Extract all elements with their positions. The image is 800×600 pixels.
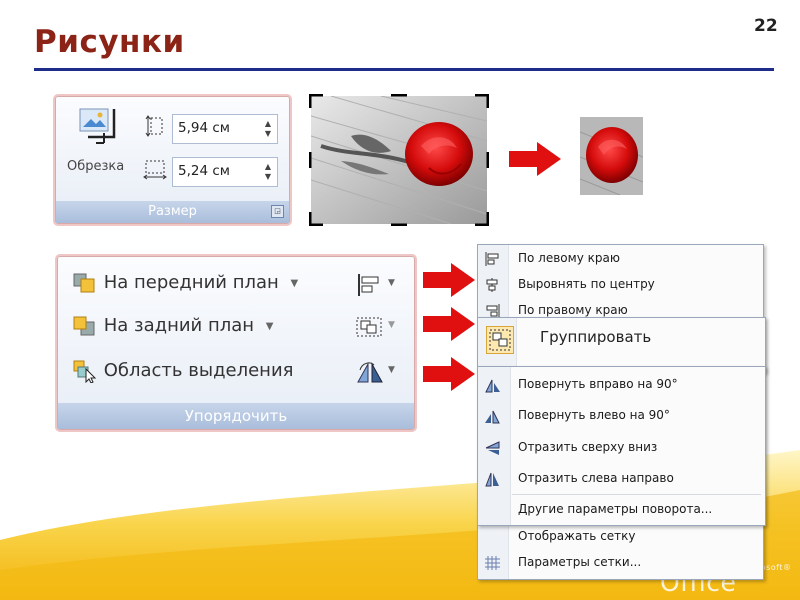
bring-forward-icon	[73, 273, 95, 293]
menu-item-rotate-left[interactable]: Повернуть влево на 90°	[478, 404, 765, 428]
size-panel: Обрезка 5,94 см ▲ ▼ 5,24 см ▲ ▼ Размер ◲	[55, 96, 290, 224]
send-backward-label: На задний план	[103, 315, 255, 336]
menu-item-group[interactable]: Группировать	[540, 328, 651, 346]
dropdown-caret-icon[interactable]: ▼	[388, 320, 395, 330]
size-panel-footer: Размер ◲	[56, 201, 289, 223]
arrange-panel-title: Упорядочить	[184, 407, 288, 425]
menu-item-grid-settings[interactable]: Параметры сетки...	[478, 551, 763, 575]
rose-photo-cropped	[579, 117, 644, 196]
flip-vertical-icon	[485, 441, 500, 455]
title-underline	[34, 68, 774, 71]
dialog-launcher-icon[interactable]: ◲	[271, 205, 284, 218]
arrow-right-icon	[423, 263, 475, 297]
arrow-right-icon	[423, 357, 475, 391]
align-left-icon	[485, 252, 499, 266]
spin-up-icon[interactable]: ▲	[265, 120, 271, 128]
spin-down-icon[interactable]: ▼	[265, 130, 271, 138]
menu-item-align-left[interactable]: По левому краю	[478, 247, 763, 271]
align-center-icon	[486, 278, 498, 292]
shape-height-value: 5,94 см	[178, 120, 230, 136]
shape-width-value: 5,24 см	[178, 163, 230, 179]
send-backward-button[interactable]: На задний план ▼	[72, 315, 273, 337]
arrange-panel-footer: Упорядочить	[58, 403, 414, 429]
rotate-menu: Повернуть вправо на 90° Повернуть влево …	[477, 366, 766, 526]
rotate-button[interactable]: ▼	[354, 360, 400, 384]
group-menu: Группировать	[477, 317, 766, 373]
menu-item-rotate-right[interactable]: Повернуть вправо на 90°	[478, 373, 765, 397]
group-button[interactable]: ▼	[354, 315, 400, 339]
send-backward-icon	[73, 316, 95, 336]
crop-label: Обрезка	[67, 159, 125, 174]
crop-handles[interactable]	[309, 94, 489, 226]
spin-down-icon[interactable]: ▼	[265, 173, 271, 181]
arrow-right-icon	[509, 142, 561, 176]
menu-item-show-grid[interactable]: Отображать сетку	[478, 525, 763, 549]
rose-photo-cropping[interactable]	[309, 94, 489, 226]
bring-forward-button[interactable]: На передний план ▼	[72, 272, 298, 294]
menu-item-flip-horizontal[interactable]: Отразить слева направо	[478, 467, 765, 491]
arrow-right-icon	[423, 307, 475, 341]
shape-height-input[interactable]: 5,94 см ▲ ▼	[172, 114, 278, 144]
size-panel-title: Размер	[148, 204, 197, 219]
rotate-left-icon	[485, 410, 500, 424]
dropdown-caret-icon[interactable]: ▼	[291, 278, 299, 289]
shape-width-icon	[143, 160, 167, 180]
dropdown-caret-icon[interactable]: ▼	[266, 321, 274, 332]
align-button[interactable]: ▼	[356, 273, 402, 297]
selection-pane-label: Область выделения	[103, 360, 294, 381]
grid-icon	[485, 556, 500, 570]
dropdown-caret-icon[interactable]: ▼	[388, 365, 395, 375]
crop-button[interactable]	[74, 107, 124, 147]
selection-pane-button[interactable]: Область выделения	[72, 359, 294, 384]
menu-item-more-rotation[interactable]: Другие параметры поворота...	[478, 498, 765, 522]
crop-icon	[79, 108, 116, 144]
rotate-right-icon	[485, 379, 500, 393]
menu-item-align-center[interactable]: Выровнять по центру	[478, 273, 763, 297]
flip-horizontal-icon	[485, 472, 499, 487]
shape-width-input[interactable]: 5,24 см ▲ ▼	[172, 157, 278, 187]
slide-title: Рисунки	[34, 24, 185, 60]
rotate-icon	[357, 362, 383, 383]
selection-pane-icon	[73, 360, 97, 384]
dropdown-caret-icon[interactable]: ▼	[388, 278, 395, 288]
menu-item-flip-vertical[interactable]: Отразить сверху вниз	[478, 436, 765, 460]
spin-up-icon[interactable]: ▲	[265, 163, 271, 171]
align-icon	[358, 274, 379, 296]
bring-forward-label: На передний план	[103, 272, 279, 293]
group-icon	[356, 317, 382, 337]
arrange-panel: На передний план ▼ На задний план ▼ Обла…	[57, 256, 415, 430]
slide-number: 22	[754, 16, 778, 36]
shape-height-icon	[145, 115, 163, 137]
group-icon	[486, 326, 514, 354]
